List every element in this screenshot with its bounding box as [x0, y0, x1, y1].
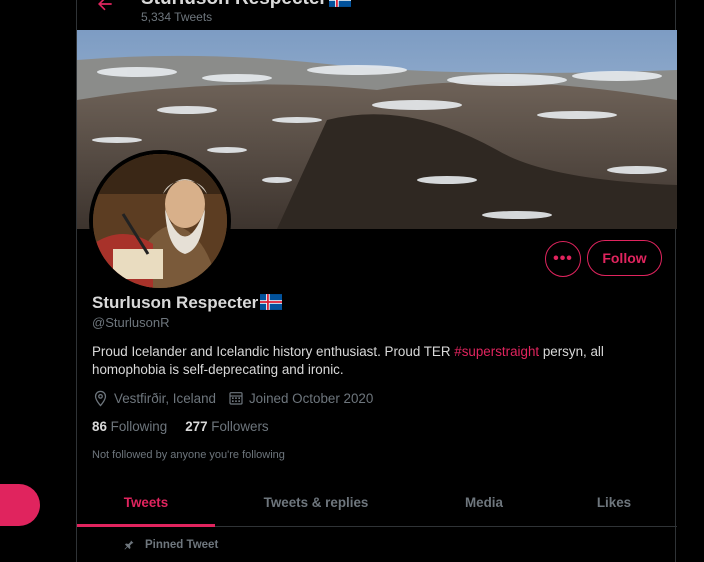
tab-likes[interactable]: Likes: [551, 478, 677, 527]
profile-meta: Vestfirðir, Iceland Joined October 2020: [92, 389, 373, 407]
active-tab-indicator: [77, 524, 215, 527]
more-options-button[interactable]: •••: [545, 241, 581, 277]
following-label: Following: [110, 419, 168, 434]
follow-counts: 86 Following 277 Followers: [92, 419, 269, 434]
followers-label: Followers: [211, 419, 269, 434]
iceland-flag-icon: [328, 0, 351, 7]
location-item: Vestfirðir, Iceland: [92, 390, 216, 407]
header-title: Sturluson Respecter: [141, 0, 351, 10]
tab-media[interactable]: Media: [417, 478, 551, 527]
header-title-text: Sturluson Respecter: [141, 0, 327, 9]
pinned-text: Pinned Tweet: [145, 539, 219, 551]
tweet-count: 5,334 Tweets: [141, 10, 213, 24]
profile-name: Sturluson Respecter: [92, 293, 283, 313]
profile-tabs: Tweets Tweets & replies Media Likes: [77, 478, 677, 527]
location-text: Vestfirðir, Iceland: [114, 390, 216, 406]
follow-button[interactable]: Follow: [587, 240, 662, 276]
location-pin-icon: [94, 390, 107, 407]
following-link[interactable]: 86 Following: [92, 419, 167, 434]
tweet-fab-button[interactable]: [0, 484, 40, 526]
iceland-flag-icon: [260, 294, 283, 310]
joined-text: Joined October 2020: [248, 390, 374, 406]
profile-handle: @SturlusonR: [92, 315, 170, 330]
followers-count: 277: [185, 419, 208, 434]
tab-tweets-replies[interactable]: Tweets & replies: [215, 478, 417, 527]
followed-by-note: Not followed by anyone you're following: [92, 449, 285, 461]
tab-tweets[interactable]: Tweets: [77, 478, 215, 527]
followers-link[interactable]: 277 Followers: [185, 419, 268, 434]
profile-column: Sturluson Respecter 5,334 Tweets: [76, 0, 677, 562]
calendar-icon: [229, 392, 243, 405]
joined-item: Joined October 2020: [228, 390, 373, 406]
pin-icon: [124, 540, 134, 550]
profile-name-text: Sturluson Respecter: [92, 293, 259, 312]
back-arrow-icon[interactable]: [95, 0, 115, 14]
profile-bio: Proud Icelander and Icelandic history en…: [92, 343, 652, 379]
following-count: 86: [92, 419, 107, 434]
profile-avatar[interactable]: [89, 150, 231, 292]
bio-hashtag-link[interactable]: #superstraight: [454, 344, 539, 359]
bio-text-prefix: Proud Icelander and Icelandic history en…: [92, 344, 455, 359]
pinned-tweet-label: Pinned Tweet: [123, 539, 218, 551]
profile-header: Sturluson Respecter 5,334 Tweets: [77, 0, 677, 30]
